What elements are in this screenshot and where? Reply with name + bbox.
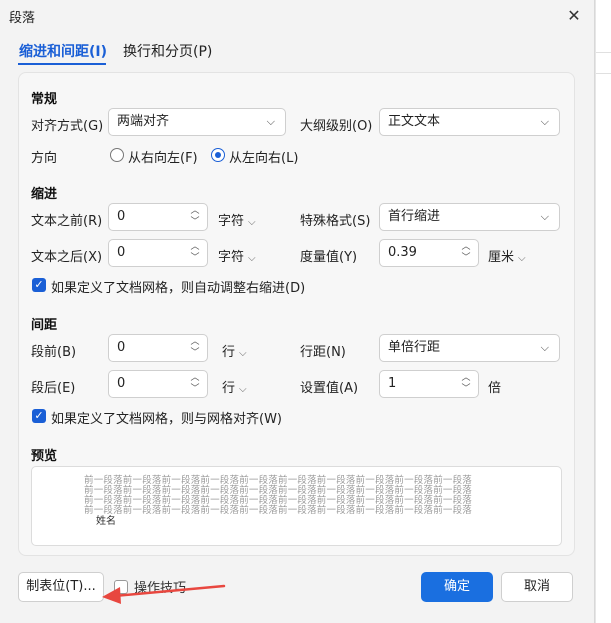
space-before-unit: 行 bbox=[222, 345, 236, 360]
special-format-value: 首行缩进 bbox=[388, 209, 441, 224]
direction-label: 方向 bbox=[31, 151, 58, 166]
outline-level-value: 正文文本 bbox=[388, 114, 441, 129]
special-format-select[interactable]: 首行缩进 ⌵ bbox=[379, 203, 560, 231]
space-before-input[interactable]: 0 ︿ ﹀ bbox=[108, 334, 208, 362]
indent-before-label: 文本之前(R) bbox=[31, 214, 103, 229]
background-window-edge bbox=[595, 0, 611, 623]
section-preview-heading: 预览 bbox=[31, 449, 58, 464]
indent-before-unit: 字符 bbox=[218, 214, 245, 229]
section-general-heading: 常规 bbox=[31, 92, 58, 107]
outline-level-select[interactable]: 正文文本 ⌵ bbox=[379, 108, 560, 136]
indent-before-input[interactable]: 0 ︿ ﹀ bbox=[108, 203, 208, 231]
line-spacing-value: 单倍行距 bbox=[388, 340, 441, 355]
alignment-value: 两端对齐 bbox=[117, 114, 170, 129]
outline-level-label: 大纲级别(O) bbox=[300, 119, 373, 134]
setting-value-unit: 倍 bbox=[488, 381, 502, 396]
indent-grid-checkbox[interactable]: ✓ bbox=[32, 278, 46, 292]
chevron-down-icon: ⌵ bbox=[239, 348, 247, 359]
indent-grid-label: 如果定义了文档网格，则自动调整右缩进(D) bbox=[51, 281, 306, 296]
alignment-select[interactable]: 两端对齐 ⌵ bbox=[108, 108, 286, 136]
cancel-button[interactable]: 取消 bbox=[501, 572, 573, 602]
spacing-grid-label: 如果定义了文档网格，则与网格对齐(W) bbox=[51, 412, 282, 427]
measure-value: 0.39 bbox=[388, 245, 417, 260]
tabs-button[interactable]: 制表位(T)... bbox=[18, 572, 104, 602]
space-after-unit-select[interactable]: 行 ⌵ bbox=[222, 377, 247, 396]
spinner-arrows-icon[interactable]: ︿ ﹀ bbox=[189, 337, 201, 359]
indent-before-value: 0 bbox=[117, 209, 126, 224]
chevron-down-icon: ⌵ bbox=[248, 253, 256, 264]
spinner-arrows-icon[interactable]: ︿ ﹀ bbox=[460, 242, 472, 264]
background-window-segment bbox=[596, 52, 611, 74]
space-before-value: 0 bbox=[117, 340, 126, 355]
setting-value-label: 设置值(A) bbox=[300, 381, 359, 396]
preview-sample-text: 姓名 bbox=[96, 516, 116, 527]
special-format-label: 特殊格式(S) bbox=[300, 214, 371, 229]
ltr-radio[interactable] bbox=[211, 148, 225, 162]
space-after-unit: 行 bbox=[222, 381, 236, 396]
chevron-down-icon: ⌵ bbox=[540, 210, 549, 223]
chevron-down-icon: ⌵ bbox=[540, 115, 549, 128]
indent-after-label: 文本之后(X) bbox=[31, 250, 103, 265]
alignment-label: 对齐方式(G) bbox=[31, 119, 104, 134]
spinner-arrows-icon[interactable]: ︿ ﹀ bbox=[189, 242, 201, 264]
chevron-down-icon: ⌵ bbox=[518, 253, 526, 264]
chevron-down-icon: ⌵ bbox=[266, 115, 275, 128]
chevron-down-icon: ⌵ bbox=[248, 217, 256, 228]
section-spacing-heading: 间距 bbox=[31, 318, 58, 333]
spinner-arrows-icon[interactable]: ︿ ﹀ bbox=[189, 373, 201, 395]
dialog-title: 段落 bbox=[9, 11, 36, 26]
line-spacing-label: 行距(N) bbox=[300, 345, 346, 360]
annotation-arrow bbox=[102, 584, 226, 604]
measure-unit-select[interactable]: 厘米 ⌵ bbox=[488, 246, 526, 265]
active-tab-indicator bbox=[18, 63, 106, 65]
chevron-down-icon: ⌵ bbox=[239, 384, 247, 395]
preview-box: 前一段落前一段落前一段落前一段落前一段落前一段落前一段落前一段落前一段落前一段落… bbox=[31, 466, 562, 546]
section-indent-heading: 缩进 bbox=[31, 187, 58, 202]
measure-unit: 厘米 bbox=[488, 250, 515, 265]
space-after-value: 0 bbox=[117, 376, 126, 391]
space-after-input[interactable]: 0 ︿ ﹀ bbox=[108, 370, 208, 398]
measure-input[interactable]: 0.39 ︿ ﹀ bbox=[379, 239, 479, 267]
rtl-radio[interactable] bbox=[110, 148, 124, 162]
preview-line: 前一段落前一段落前一段落前一段落前一段落前一段落前一段落前一段落前一段落前一段落 bbox=[84, 505, 473, 516]
chevron-down-icon: ⌵ bbox=[540, 341, 549, 354]
space-before-label: 段前(B) bbox=[31, 345, 77, 360]
tab-indent-spacing[interactable]: 缩进和间距(I) bbox=[19, 41, 107, 61]
measure-label: 度量值(Y) bbox=[300, 250, 358, 265]
line-spacing-select[interactable]: 单倍行距 ⌵ bbox=[379, 334, 560, 362]
space-after-label: 段后(E) bbox=[31, 381, 76, 396]
indent-after-unit-select[interactable]: 字符 ⌵ bbox=[218, 246, 256, 265]
ltr-label: 从左向右(L) bbox=[229, 151, 299, 166]
spinner-arrows-icon[interactable]: ︿ ﹀ bbox=[460, 373, 472, 395]
indent-after-input[interactable]: 0 ︿ ﹀ bbox=[108, 239, 208, 267]
ok-button[interactable]: 确定 bbox=[421, 572, 493, 602]
spacing-grid-checkbox[interactable]: ✓ bbox=[32, 409, 46, 423]
setting-value: 1 bbox=[388, 376, 397, 391]
indent-before-unit-select[interactable]: 字符 ⌵ bbox=[218, 210, 256, 229]
setting-value-input[interactable]: 1 ︿ ﹀ bbox=[379, 370, 479, 398]
indent-after-value: 0 bbox=[117, 245, 126, 260]
paragraph-dialog: 段落 ✕ 缩进和间距(I) 换行和分页(P) 常规 对齐方式(G) 两端对齐 ⌵… bbox=[0, 0, 595, 623]
annotation-arrow-shaft bbox=[112, 584, 226, 598]
close-icon[interactable]: ✕ bbox=[565, 7, 583, 25]
annotation-arrow-head bbox=[102, 587, 121, 604]
rtl-label: 从右向左(F) bbox=[128, 151, 198, 166]
indent-after-unit: 字符 bbox=[218, 250, 245, 265]
spinner-arrows-icon[interactable]: ︿ ﹀ bbox=[189, 206, 201, 228]
space-before-unit-select[interactable]: 行 ⌵ bbox=[222, 341, 247, 360]
tab-line-page-break[interactable]: 换行和分页(P) bbox=[123, 41, 212, 61]
